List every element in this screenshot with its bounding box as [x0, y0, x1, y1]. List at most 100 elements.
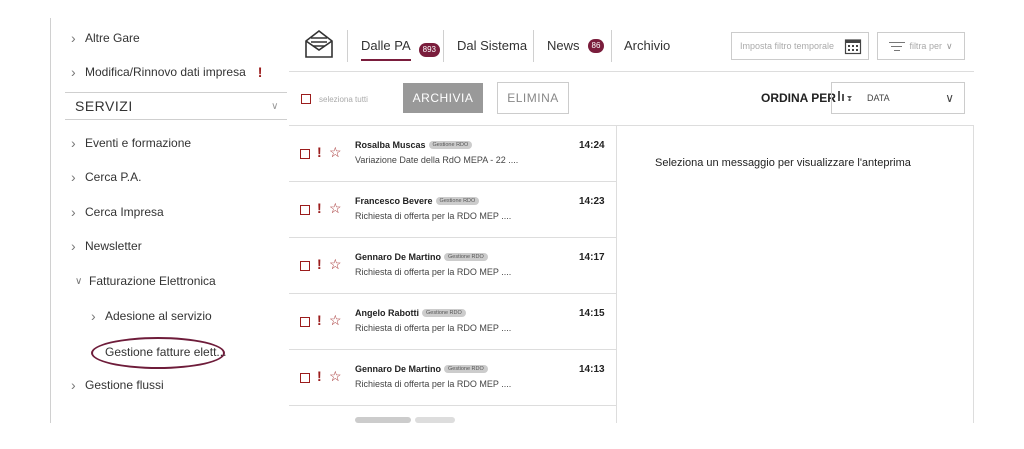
message-checkbox[interactable]: [300, 373, 310, 383]
tab-separator: [611, 30, 612, 62]
star-icon[interactable]: ☆: [329, 368, 342, 385]
message-time: 14:17: [579, 252, 605, 263]
tab-news[interactable]: News 86: [547, 38, 605, 53]
message-sender: Gennaro De Martino Gestione RDO: [355, 364, 488, 374]
sidebar-item-altre-gare[interactable]: Altre Gare: [71, 30, 140, 46]
list-item[interactable]: ! ☆ Gennaro De Martino Gestione RDO Rich…: [289, 350, 616, 406]
message-time: 14:24: [579, 140, 605, 151]
sidebar-item-fatturazione[interactable]: Fatturazione Elettronica: [75, 274, 216, 288]
sidebar-item-label: Modifica/Rinnovo dati impresa: [85, 65, 246, 79]
list-item[interactable]: ! ☆ Angelo Rabotti Gestione RDO Richiest…: [289, 294, 616, 350]
message-sender: Francesco Bevere Gestione RDO: [355, 196, 480, 206]
sender-name: Gennaro De Martino: [355, 364, 442, 374]
select-all-checkbox[interactable]: [301, 94, 311, 104]
star-icon[interactable]: ☆: [329, 256, 342, 273]
tab-label: News: [547, 38, 580, 53]
tab-dalle-pa[interactable]: Dalle PA 893: [361, 38, 440, 61]
action-bar: seleziona tutti ARCHIVIA ELIMINA ORDINA …: [289, 72, 974, 126]
list-item[interactable]: [289, 406, 616, 423]
priority-icon[interactable]: !: [317, 200, 322, 216]
sidebar-item-newsletter[interactable]: Newsletter: [71, 238, 142, 254]
tab-dal-sistema[interactable]: Dal Sistema: [457, 38, 527, 53]
message-subject: Richiesta di offerta per la RDO MEP ....: [355, 323, 512, 333]
sidebar-item-label: Newsletter: [85, 239, 142, 253]
sidebar: Altre Gare Modifica/Rinnovo dati impresa…: [50, 18, 289, 423]
sidebar-item-gestione-fatture[interactable]: Gestione fatture elett...: [105, 345, 226, 359]
filter-label: filtra per: [909, 41, 942, 51]
tab-bar: Dalle PA 893 Dal Sistema News 86 Archivi…: [289, 22, 974, 72]
tab-separator: [443, 30, 444, 62]
category-tag: Gestione RDO: [428, 141, 473, 149]
star-icon[interactable]: ☆: [329, 312, 342, 329]
sidebar-item-gestione-flussi[interactable]: Gestione flussi: [71, 377, 164, 393]
message-sender: Rosalba Muscas Gestione RDO: [355, 140, 473, 150]
sidebar-item-modifica-dati[interactable]: Modifica/Rinnovo dati impresa !: [71, 64, 262, 80]
chevron-right-icon: [91, 308, 105, 324]
chevron-right-icon: [71, 377, 85, 393]
preview-pane: Seleziona un messaggio per visualizzare …: [617, 126, 974, 423]
priority-icon[interactable]: !: [317, 312, 322, 328]
message-subject: Richiesta di offerta per la RDO MEP ....: [355, 211, 512, 221]
chevron-right-icon: [71, 169, 85, 185]
sender-name: Francesco Bevere: [355, 196, 433, 206]
sort-select[interactable]: DATA ∨: [859, 82, 965, 114]
list-item[interactable]: ! ☆ Gennaro De Martino Gestione RDO Rich…: [289, 238, 616, 294]
select-all-toggle[interactable]: seleziona tutti: [301, 94, 368, 104]
message-time: 14:13: [579, 364, 605, 375]
list-item[interactable]: ! ☆ Francesco Bevere Gestione RDO Richie…: [289, 182, 616, 238]
list-item[interactable]: ! ☆ Rosalba Muscas Gestione RDO Variazio…: [289, 126, 616, 182]
sidebar-item-adesione[interactable]: Adesione al servizio: [91, 308, 212, 324]
chevron-right-icon: [71, 204, 85, 220]
message-checkbox[interactable]: [300, 261, 310, 271]
truncated-tag: [415, 417, 455, 423]
message-checkbox[interactable]: [300, 205, 310, 215]
section-title: SERVIZI: [75, 98, 133, 114]
message-list: ! ☆ Rosalba Muscas Gestione RDO Variazio…: [289, 126, 617, 423]
sidebar-item-label: Altre Gare: [85, 31, 140, 45]
calendar-icon: [844, 39, 862, 55]
message-subject: Richiesta di offerta per la RDO MEP ....: [355, 379, 512, 389]
priority-icon[interactable]: !: [317, 368, 322, 384]
delete-button[interactable]: ELIMINA: [497, 82, 569, 114]
chevron-right-icon: [71, 30, 85, 46]
chevron-down-icon: ∨: [945, 40, 953, 51]
message-checkbox[interactable]: [300, 317, 310, 327]
chevron-down-icon: ∨: [271, 100, 279, 112]
sidebar-item-cerca-impresa[interactable]: Cerca Impresa: [71, 204, 164, 220]
tab-label: Dalle PA: [361, 38, 411, 61]
sidebar-item-label: Cerca P.A.: [85, 170, 142, 184]
message-sender: Angelo Rabotti Gestione RDO: [355, 308, 466, 318]
message-sender: Gennaro De Martino Gestione RDO: [355, 252, 488, 262]
envelope-icon: [305, 29, 333, 58]
star-icon[interactable]: ☆: [329, 200, 342, 217]
chevron-down-icon: ∨: [945, 91, 954, 105]
chevron-right-icon: [71, 64, 85, 80]
count-badge: 86: [587, 38, 605, 53]
count-badge: 893: [418, 42, 440, 57]
priority-icon[interactable]: !: [317, 144, 322, 160]
sidebar-item-label: Eventi e formazione: [85, 136, 192, 150]
tab-archivio[interactable]: Archivio: [624, 38, 670, 53]
sidebar-item-label: Adesione al servizio: [105, 309, 212, 323]
sidebar-item-cerca-pa[interactable]: Cerca P.A.: [71, 169, 141, 185]
category-tag: Gestione RDO: [422, 309, 466, 317]
chevron-right-icon: [71, 135, 85, 151]
category-tag: Gestione RDO: [444, 365, 488, 373]
star-icon[interactable]: ☆: [329, 144, 342, 161]
sender-name: Rosalba Muscas: [355, 140, 426, 150]
category-tag: Gestione RDO: [435, 197, 480, 205]
tab-separator: [347, 30, 348, 62]
preview-placeholder: Seleziona un messaggio per visualizzare …: [655, 157, 911, 169]
message-checkbox[interactable]: [300, 149, 310, 159]
section-header-servizi[interactable]: SERVIZI ∨: [65, 92, 287, 120]
warning-icon: !: [257, 64, 263, 80]
sidebar-item-eventi[interactable]: Eventi e formazione: [71, 135, 191, 151]
archive-button[interactable]: ARCHIVIA: [403, 83, 483, 113]
date-filter-input[interactable]: Imposta filtro temporale: [731, 32, 869, 60]
tab-label: Archivio: [624, 38, 671, 53]
filter-dropdown[interactable]: filtra per ∨: [877, 32, 965, 60]
message-time: 14:15: [579, 308, 605, 319]
sort-bars-icon: [838, 91, 852, 101]
priority-icon[interactable]: !: [317, 256, 322, 272]
sender-name: Gennaro De Martino: [355, 252, 442, 262]
